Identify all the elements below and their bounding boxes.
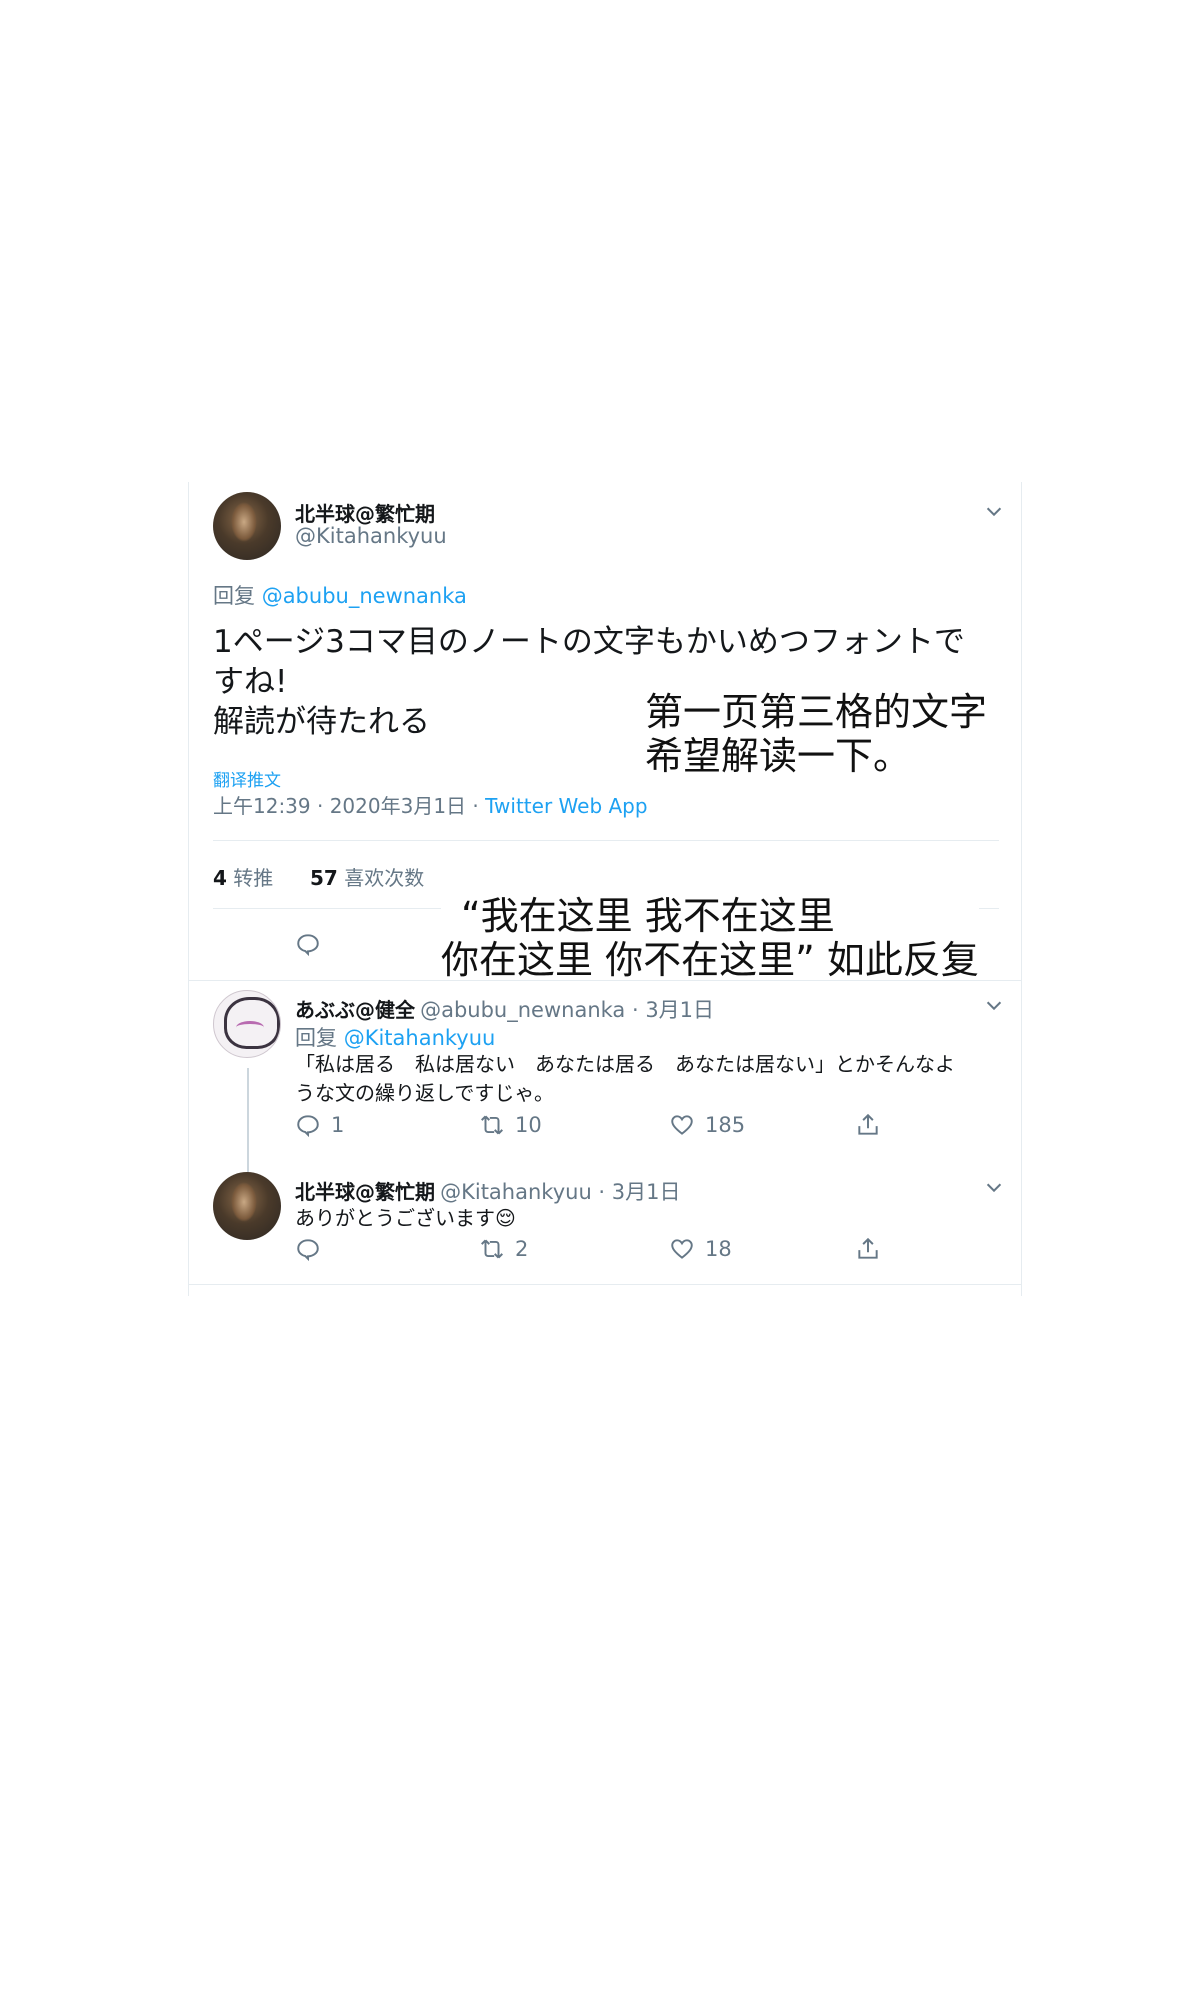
retweet-stat[interactable]: 4 转推 <box>213 866 273 890</box>
translate-tweet-link[interactable]: 翻译推文 <box>213 766 281 791</box>
reply1-like-button[interactable]: 185 <box>669 1112 745 1138</box>
tweet-thread-card: 北半球@繁忙期 @Kitahankyuu 回复 @abubu_newnanka … <box>188 482 1022 1296</box>
main-reply-button[interactable] <box>295 931 321 957</box>
likes-count: 57 <box>310 866 338 890</box>
avatar-kitahankyuu[interactable] <box>213 1172 281 1240</box>
retweets-count: 4 <box>213 866 227 890</box>
note-line: 你在这里 你不在这里” 如此反复 <box>441 938 979 982</box>
heart-icon <box>671 1239 693 1259</box>
main-display-name[interactable]: 北半球@繁忙期 <box>295 498 435 527</box>
reply1-share-button[interactable] <box>855 1112 881 1138</box>
reply-text-line: うな文の繰り返しですじゃ。 <box>295 1081 554 1105</box>
reply-prefix: 回复 <box>295 1026 337 1050</box>
reply2-like-button[interactable]: 18 <box>669 1236 732 1262</box>
reply1-display-name[interactable]: あぶぶ@健全 <box>295 998 415 1022</box>
share-icon <box>858 1237 878 1259</box>
reply1-handle-time[interactable]: @abubu_newnanka · 3月1日 <box>420 998 714 1022</box>
chevron-down-icon[interactable] <box>983 994 1005 1016</box>
share-icon <box>858 1113 878 1135</box>
source-link[interactable]: Twitter Web App <box>485 794 647 818</box>
note-line: 希望解读一下。 <box>645 734 912 778</box>
thread-connector <box>247 1068 249 1184</box>
tweet-timestamp: 上午12:39 · 2020年3月1日 · Twitter Web App <box>213 790 648 819</box>
like-count: 18 <box>705 1237 732 1261</box>
timestamp-text[interactable]: 上午12:39 · 2020年3月1日 · <box>213 794 485 818</box>
reply1-reply-context: 回复 @Kitahankyuu <box>295 1022 495 1052</box>
main-handle[interactable]: @Kitahankyuu <box>295 524 447 548</box>
reply1-text: 「私は居る 私は居ない あなたは居る あなたは居ない」とかそんなよ うな文の繰り… <box>295 1050 1005 1108</box>
reply2-display-name[interactable]: 北半球@繁忙期 <box>295 1180 435 1204</box>
reply1-header: あぶぶ@健全 @abubu_newnanka · 3月1日 <box>295 994 714 1024</box>
reply-icon <box>297 934 319 957</box>
translation-note-1: 第一页第三格的文字 希望解读一下。 <box>645 690 988 778</box>
note-line: “我在这里 我不在这里 <box>441 894 979 938</box>
reply2-text: ありがとうございます😌 <box>295 1204 516 1233</box>
note-line: 第一页第三格的文字 <box>645 690 988 734</box>
reply-count: 1 <box>331 1113 345 1137</box>
reply2-text-body: ありがとうございます <box>295 1206 495 1230</box>
main-reply-context: 回复 @abubu_newnanka <box>213 580 467 610</box>
retweet-icon <box>481 1115 503 1135</box>
avatar-abubu[interactable] <box>213 990 281 1058</box>
relieved-face-emoji: 😌 <box>495 1206 516 1230</box>
reply-icon <box>297 1115 319 1138</box>
retweet-count: 2 <box>515 1237 529 1261</box>
reply1-reply-button[interactable]: 1 <box>295 1112 344 1138</box>
tweet-stats: 4 转推 57 喜欢次数 <box>213 862 424 891</box>
reply2-handle-time[interactable]: @Kitahankyuu · 3月1日 <box>440 1180 680 1204</box>
like-count: 185 <box>705 1113 746 1137</box>
chevron-down-icon[interactable] <box>983 500 1005 522</box>
retweet-icon <box>481 1239 503 1259</box>
reply2-retweet-button[interactable]: 2 <box>479 1236 528 1262</box>
chevron-down-icon[interactable] <box>983 1176 1005 1198</box>
heart-icon <box>671 1115 693 1135</box>
retweet-count: 10 <box>515 1113 542 1137</box>
reply-prefix: 回复 <box>213 584 255 608</box>
reply2-share-button[interactable] <box>855 1236 881 1262</box>
reply-to-link[interactable]: @Kitahankyuu <box>344 1026 496 1050</box>
tweet-text-line: 1ページ3コマ目のノートの文字もかいめつフォントで <box>213 624 965 660</box>
avatar-kitahankyuu[interactable] <box>213 492 281 560</box>
divider <box>189 1284 1021 1285</box>
reply-text-line: 「私は居る 私は居ない あなたは居る あなたは居ない」とかそんなよ <box>295 1052 955 1076</box>
reply2-header: 北半球@繁忙期 @Kitahankyuu · 3月1日 <box>295 1176 681 1206</box>
reply-icon <box>297 1239 319 1262</box>
likes-stat[interactable]: 57 喜欢次数 <box>310 866 424 890</box>
translation-note-2: “我在这里 我不在这里 你在这里 你不在这里” 如此反复 <box>441 894 979 982</box>
reply-to-link[interactable]: @abubu_newnanka <box>262 584 467 608</box>
divider <box>189 980 1021 981</box>
retweets-label: 转推 <box>233 866 274 890</box>
reply2-reply-button[interactable] <box>295 1236 321 1262</box>
likes-label: 喜欢次数 <box>344 866 425 890</box>
reply1-retweet-button[interactable]: 10 <box>479 1112 542 1138</box>
divider <box>213 840 999 841</box>
